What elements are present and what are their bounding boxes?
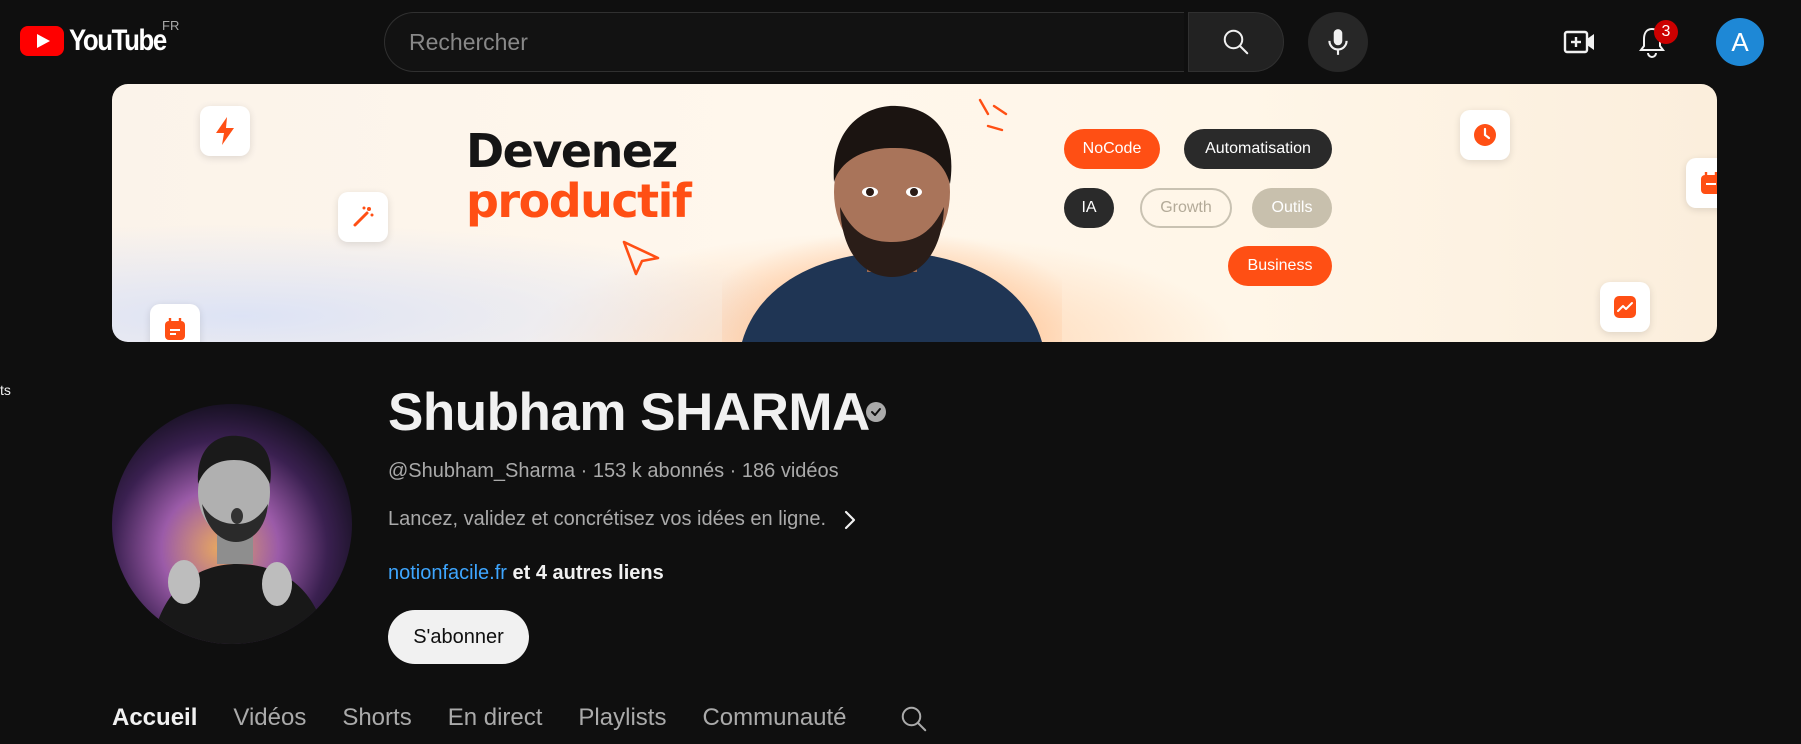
masthead: YouTube FR 3 A (0, 0, 1801, 84)
tag-growth: Growth (1140, 188, 1232, 228)
sidebar-fragment-text[interactable]: ts (0, 382, 11, 398)
tag-nocode: NoCode (1064, 129, 1160, 169)
banner-portrait (722, 98, 1062, 342)
voice-search-button[interactable] (1308, 12, 1368, 72)
channel-name: Shubham SHARMA (388, 383, 870, 442)
channel-description[interactable]: Lancez, validez et concrétisez vos idées… (388, 508, 858, 531)
tag-business: Business (1228, 246, 1332, 286)
channel-link-main[interactable]: notionfacile.fr (388, 562, 507, 584)
tab-shorts[interactable]: Shorts (342, 704, 411, 732)
country-code: FR (162, 18, 180, 33)
tab-playlists[interactable]: Playlists (578, 704, 666, 732)
banner-title-line2: productif (466, 174, 692, 228)
subscriber-count: 153 k abonnés (592, 460, 725, 482)
channel-avatar (112, 404, 352, 644)
trending-icon (1600, 282, 1650, 332)
search-box (384, 12, 1184, 72)
channel-handle: @Shubham_Sharma (388, 460, 576, 482)
description-text: Lancez, validez et concrétisez vos idées… (388, 508, 827, 530)
search-icon (1223, 29, 1249, 55)
channel-links: notionfacile.fr et 4 autres liens (388, 562, 664, 585)
verified-check-icon (866, 402, 886, 422)
meta-separator: · (580, 460, 588, 482)
tag-automatisation: Automatisation (1184, 129, 1332, 169)
magic-wand-icon (338, 192, 388, 242)
calendar-icon (150, 304, 200, 342)
meta-separator: · (729, 460, 737, 482)
cursor-arrow-icon (622, 240, 660, 276)
tab-communaute[interactable]: Communauté (702, 704, 846, 732)
tab-videos[interactable]: Vidéos (233, 704, 306, 732)
lightning-icon (200, 106, 250, 156)
account-avatar[interactable]: A (1716, 18, 1764, 66)
banner-title-line1: Devenez (466, 124, 678, 178)
subscribe-button[interactable]: S'abonner (388, 610, 529, 664)
search-button[interactable] (1188, 12, 1284, 72)
notification-badge: 3 (1654, 20, 1678, 44)
search-input[interactable] (409, 28, 1184, 56)
create-video-icon (1563, 30, 1594, 54)
clock-icon (1460, 110, 1510, 160)
youtube-play-icon (20, 26, 64, 56)
tab-accueil[interactable]: Accueil (112, 704, 197, 732)
channel-metadata: @Shubham_Sharma · 153 k abonnés · 186 vi… (388, 460, 839, 483)
channel-tabs: Accueil Vidéos Shorts En direct Playlist… (112, 704, 929, 744)
calendar-icon (1686, 158, 1717, 208)
channel-links-more[interactable]: et 4 autres liens (513, 562, 664, 584)
video-count: 186 vidéos (741, 460, 839, 482)
chevron-right-icon (844, 510, 856, 529)
channel-banner: Devenez productif NoCode Automatisation … (112, 84, 1717, 342)
tab-en-direct[interactable]: En direct (448, 704, 543, 732)
tag-ia: IA (1064, 188, 1114, 228)
search-icon[interactable] (899, 704, 929, 734)
create-button[interactable] (1556, 20, 1604, 64)
logo-text: YouTube (69, 24, 167, 57)
channel-avatar-image (152, 435, 327, 644)
youtube-logo[interactable]: YouTube (20, 24, 182, 58)
mic-icon (1328, 29, 1348, 55)
tag-outils: Outils (1252, 188, 1332, 228)
